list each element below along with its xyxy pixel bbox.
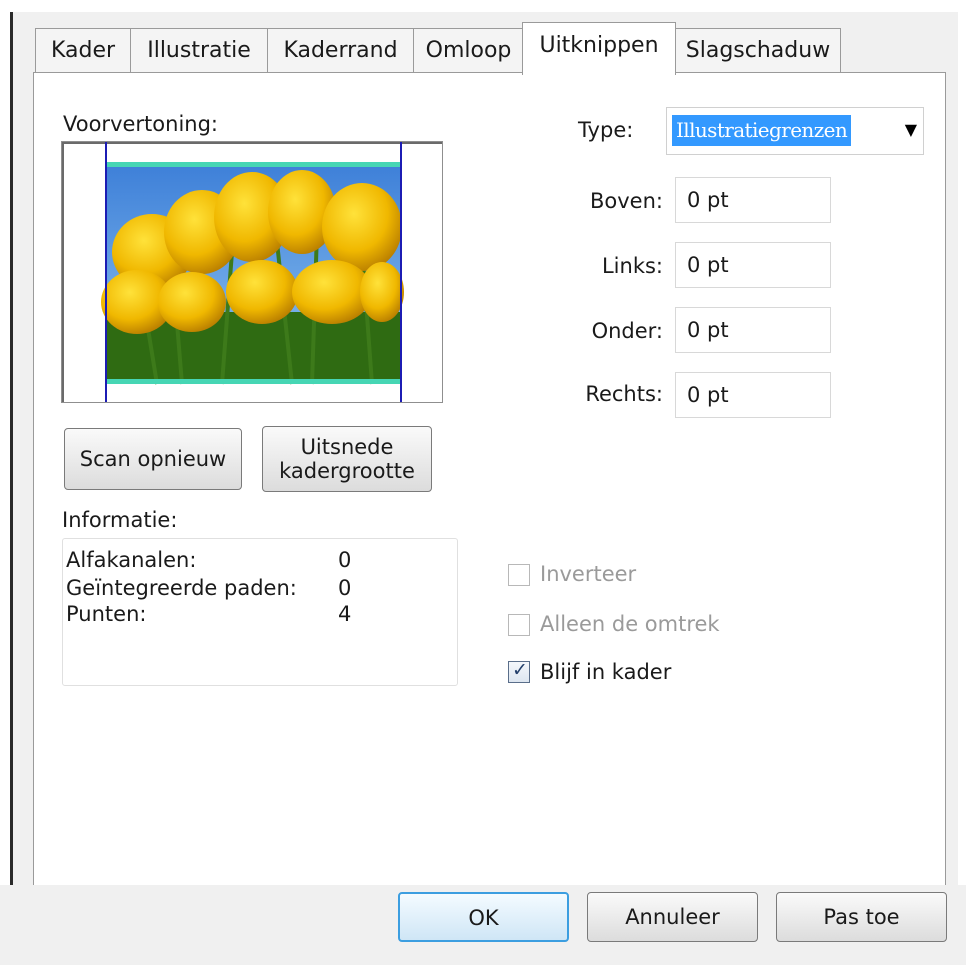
preview-label: Voorvertoning: [63, 112, 218, 136]
left-label: Links: [601, 254, 663, 278]
tab-illustratie[interactable]: Illustratie [130, 28, 268, 73]
apply-button[interactable]: Pas toe [776, 892, 947, 942]
cancel-button[interactable]: Annuleer [587, 892, 758, 942]
info-value-alpha: 0 [338, 548, 352, 572]
chevron-down-icon[interactable]: ▼ [905, 120, 917, 139]
top-field[interactable]: 0 pt [675, 177, 831, 223]
outline-only-checkbox[interactable] [508, 614, 530, 636]
info-value-points: 4 [338, 602, 352, 626]
ok-button[interactable]: OK [398, 892, 569, 942]
checkmark-icon: ✓ [512, 659, 528, 681]
preview-area [61, 141, 443, 403]
bottom-label: Onder: [591, 319, 663, 343]
crop-button-line2: kadergrootte [279, 459, 415, 483]
invert-label: Inverteer [540, 562, 637, 586]
tab-slagschaduw[interactable]: Slagschaduw [675, 28, 841, 73]
tab-omloop[interactable]: Omloop [413, 28, 524, 73]
type-label: Type: [578, 118, 634, 142]
tab-kaderrand[interactable]: Kaderrand [267, 28, 414, 73]
stay-in-frame-label: Blijf in kader [540, 660, 672, 684]
stay-in-frame-checkbox[interactable]: ✓ [508, 659, 530, 683]
window-top-margin [0, 0, 966, 12]
dialog-window: Kader Illustratie Kaderrand Omloop Uitkn… [0, 0, 966, 965]
tulip-image [101, 142, 404, 402]
tab-kader[interactable]: Kader [35, 28, 131, 73]
scan-again-button[interactable]: Scan opnieuw [64, 428, 242, 490]
type-dropdown[interactable]: Illustratiegrenzen ▼ [666, 107, 924, 155]
info-label-paths: Geïntegreerde paden: [66, 576, 297, 600]
top-label: Boven: [590, 189, 663, 213]
info-value-paths: 0 [338, 576, 352, 600]
window-left-border [10, 0, 13, 965]
window-right-margin [958, 0, 966, 965]
info-label-points: Punten: [66, 602, 147, 626]
left-field[interactable]: 0 pt [675, 242, 831, 288]
bottom-field[interactable]: 0 pt [675, 307, 831, 353]
crop-to-frame-button[interactable]: Uitsnede kadergrootte [262, 426, 432, 492]
outline-only-label: Alleen de omtrek [540, 612, 720, 636]
tab-uitknippen[interactable]: Uitknippen [522, 22, 676, 75]
info-title: Informatie: [62, 508, 178, 532]
invert-checkbox[interactable] [508, 564, 530, 586]
window-margin [0, 0, 10, 965]
right-label: Rechts: [585, 382, 663, 406]
crop-button-line1: Uitsnede [300, 435, 394, 459]
right-field[interactable]: 0 pt [675, 372, 831, 418]
type-selected-value: Illustratiegrenzen [672, 115, 852, 146]
info-label-alpha: Alfakanalen: [66, 548, 197, 572]
